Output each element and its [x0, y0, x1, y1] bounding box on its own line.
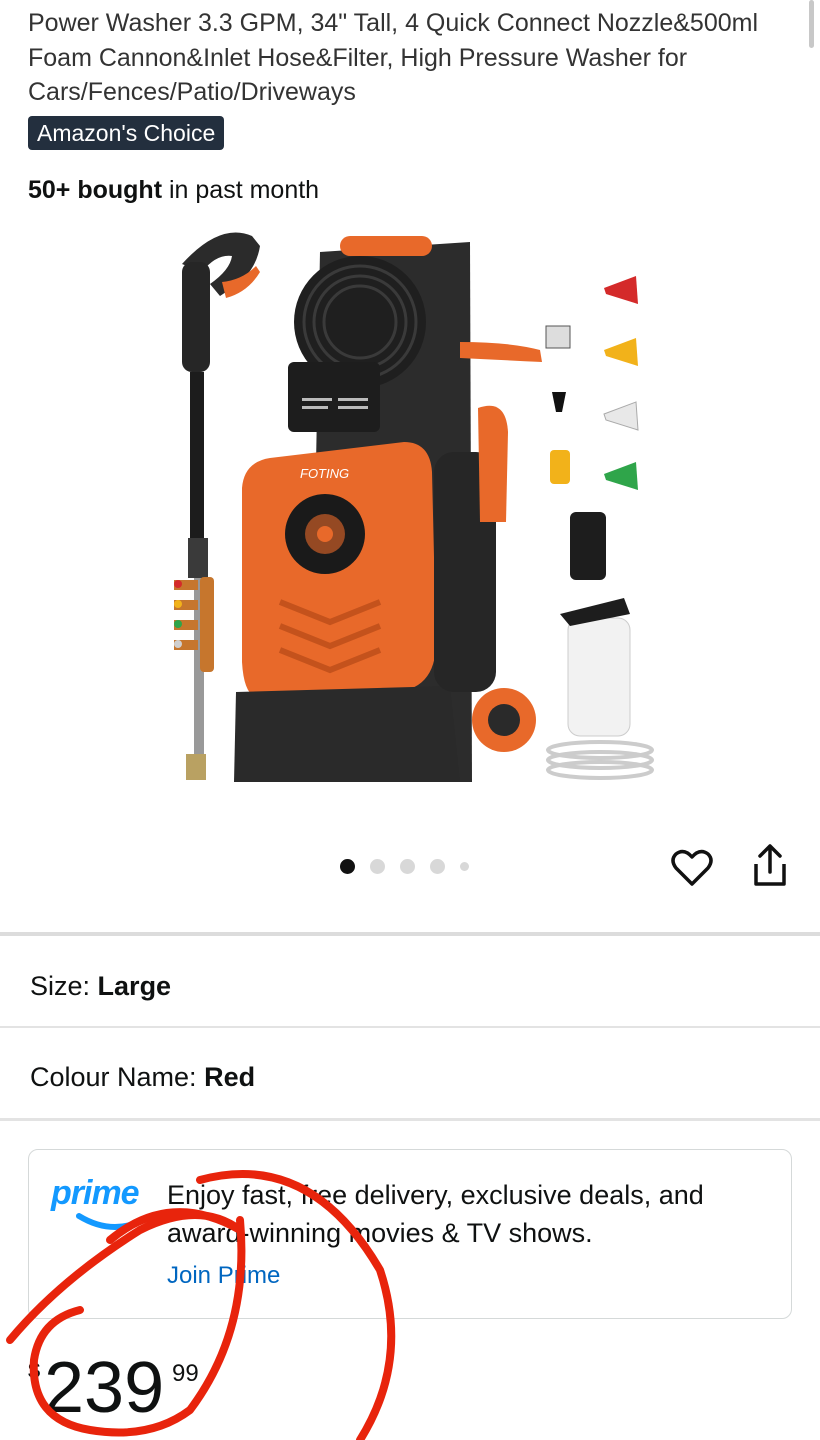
colour-label: Colour Name: [30, 1062, 197, 1092]
share-icon[interactable] [750, 842, 790, 888]
accessories [545, 276, 654, 780]
price-currency: $ [28, 1358, 41, 1383]
bought-in-past-month: 50+ bought in past month [28, 172, 319, 208]
product-image[interactable]: FOTING [160, 222, 660, 802]
size-value: Large [97, 971, 172, 1001]
scrollbar[interactable] [809, 0, 814, 48]
divider [0, 1026, 820, 1028]
brand-text: FOTING [300, 466, 349, 481]
carousel-dot[interactable] [340, 858, 355, 874]
carousel-dot[interactable] [370, 858, 385, 874]
size-label: Size: [30, 971, 91, 1001]
prime-description: Enjoy fast, free delivery, exclusive dea… [167, 1180, 704, 1248]
carousel-dot[interactable] [430, 858, 445, 874]
join-prime-link[interactable]: Join Prime [167, 1262, 280, 1290]
product-title: Power Washer 3.3 GPM, 34" Tall, 4 Quick … [28, 9, 759, 106]
bought-count: 50+ bought [28, 176, 163, 204]
amazons-choice-badge[interactable]: Amazon's Choice [28, 116, 225, 150]
carousel-dot[interactable] [460, 861, 469, 871]
size-selector[interactable]: Size: Large [0, 940, 820, 1030]
heart-icon[interactable] [670, 846, 714, 890]
divider [0, 1118, 820, 1121]
price-whole: 239 [44, 1348, 165, 1428]
prime-smile-icon [76, 1213, 154, 1230]
colour-selector[interactable]: Colour Name: Red [0, 1031, 820, 1121]
carousel-dots[interactable] [340, 856, 469, 876]
bought-suffix: in past month [169, 176, 320, 204]
carousel-dot[interactable] [400, 858, 415, 874]
colour-value: Red [204, 1062, 256, 1092]
prime-promo-card: prime Enjoy fast, free delivery, exclusi… [28, 1149, 792, 1319]
price-fraction: 99 [172, 1360, 199, 1387]
section-divider [0, 932, 820, 936]
prime-logo: prime [51, 1174, 140, 1212]
washer-body: FOTING [234, 236, 542, 782]
